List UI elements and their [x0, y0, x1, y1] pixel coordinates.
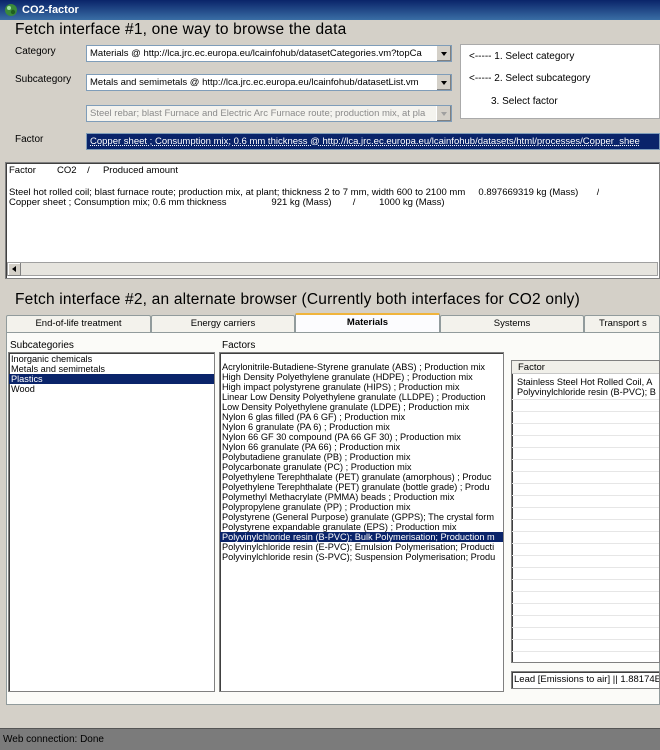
tab-transport[interactable]: Transport s: [584, 315, 660, 332]
tab-systems[interactable]: Systems: [440, 315, 584, 332]
tab-end-of-life[interactable]: End-of-life treatment: [6, 315, 151, 332]
category-value: Materials @ http://lca.jrc.ec.europa.eu/…: [90, 48, 422, 59]
steps-box: <----- 1. Select category <----- 2. Sele…: [460, 44, 660, 119]
window-title: CO2-factor: [22, 4, 79, 16]
subcategory-combo[interactable]: Metals and semimetals @ http://lca.jrc.e…: [86, 74, 452, 91]
list-item[interactable]: Polystyrene (General Purpose) granulate …: [220, 512, 503, 522]
subcategory-label: Subcategory: [15, 74, 72, 85]
list-item[interactable]: Linear Low Density Polyethylene granulat…: [220, 392, 503, 402]
list-item[interactable]: Acrylonitrile-Butadiene-Styrene granulat…: [220, 362, 503, 372]
tab-materials[interactable]: Materials: [295, 313, 440, 332]
scroll-left-icon[interactable]: [8, 263, 21, 276]
list-item[interactable]: Nylon 66 granulate (PA 66) ; Production …: [220, 442, 503, 452]
results-header-label: Factor: [518, 362, 545, 373]
category-combo[interactable]: Materials @ http://lca.jrc.ec.europa.eu/…: [86, 45, 452, 62]
factor-value: Copper sheet ; Consumption mix; 0.6 mm t…: [90, 136, 640, 147]
list-item[interactable]: Polyvinylchloride resin (S-PVC); Suspens…: [220, 552, 503, 562]
subcategories-list[interactable]: Inorganic chemicals Metals and semimetal…: [8, 352, 215, 692]
output-line-1: Steel hot rolled coil; blast furnace rou…: [9, 188, 600, 198]
list-item[interactable]: Polystyrene expandable granulate (EPS) ;…: [220, 522, 503, 532]
list-item[interactable]: Low Density Polyethylene granulate (LDPE…: [220, 402, 503, 412]
output-hscrollbar[interactable]: [7, 262, 658, 276]
list-item[interactable]: Nylon 6 granulate (PA 6) ; Production mi…: [220, 422, 503, 432]
chevron-down-icon: [436, 106, 451, 121]
list-item[interactable]: Polybutadiene granulate (PB) ; Productio…: [220, 452, 503, 462]
table-row[interactable]: Stainless Steel Hot Rolled Coil, A: [515, 377, 659, 387]
status-bar: Web connection: Done: [0, 728, 660, 750]
step-1: <----- 1. Select category: [469, 51, 575, 62]
title-bar: CO2-factor: [0, 0, 660, 20]
app-icon: [5, 4, 17, 16]
output-header: Factor CO2 / Produced amount: [9, 166, 178, 176]
dataset-combo: Steel rebar; blast Furnace and Electric …: [86, 105, 452, 122]
output-area[interactable]: Factor CO2 / Produced amount Steel hot r…: [5, 162, 660, 279]
section1-heading: Fetch interface #1, one way to browse th…: [15, 21, 347, 38]
chevron-down-icon[interactable]: [436, 75, 451, 90]
results-header: Factor: [512, 361, 659, 374]
step-3: 3. Select factor: [491, 96, 558, 107]
list-item[interactable]: Polyvinylchloride resin (E-PVC); Emulsio…: [220, 542, 503, 552]
status-text: Web connection: Done: [3, 734, 104, 745]
results-table[interactable]: Factor Stainless Steel Hot Rolled Coil, …: [511, 360, 660, 663]
list-item[interactable]: High impact polystyrene granulate (HIPS)…: [220, 382, 503, 392]
table-row[interactable]: Polyvinylchloride resin (B-PVC); B: [515, 387, 659, 397]
step-2: <----- 2. Select subcategory: [469, 73, 591, 84]
chevron-down-icon[interactable]: [436, 46, 451, 61]
list-item[interactable]: Polycarbonate granulate (PC) ; Productio…: [220, 462, 503, 472]
dataset-value: Steel rebar; blast Furnace and Electric …: [90, 108, 426, 119]
list-item-selected[interactable]: Polyvinylchloride resin (B-PVC); Bulk Po…: [220, 532, 503, 542]
subcategory-value: Metals and semimetals @ http://lca.jrc.e…: [90, 77, 419, 88]
list-item[interactable]: Polyethylene Terephthalate (PET) granula…: [220, 482, 503, 492]
factors-list[interactable]: Acrylonitrile-Butadiene-Styrene granulat…: [219, 352, 504, 692]
list-item[interactable]: Nylon 6 glas filled (PA 6 GF) ; Producti…: [220, 412, 503, 422]
results-rows: Stainless Steel Hot Rolled Coil, A Polyv…: [515, 377, 659, 397]
list-item[interactable]: Polypropylene granulate (PP) ; Productio…: [220, 502, 503, 512]
category-label: Category: [15, 46, 56, 57]
list-item[interactable]: Nylon 66 GF 30 compound (PA 66 GF 30) ; …: [220, 432, 503, 442]
list-item[interactable]: Polymethyl Methacrylate (PMMA) beads ; P…: [220, 492, 503, 502]
factor-label: Factor: [15, 134, 44, 145]
list-item[interactable]: Wood: [9, 384, 214, 394]
list-item-selected[interactable]: Plastics: [9, 374, 214, 384]
factors-label: Factors: [222, 340, 256, 351]
list-item[interactable]: Inorganic chemicals: [9, 354, 214, 364]
tab-energy-carriers[interactable]: Energy carriers: [151, 315, 295, 332]
list-item[interactable]: Polyethylene Terephthalate (PET) granula…: [220, 472, 503, 482]
subcategories-label: Subcategories: [10, 340, 74, 351]
result-detail-field[interactable]: Lead [Emissions to air] || 1.88174E: [511, 671, 660, 689]
factor-combo[interactable]: Copper sheet ; Consumption mix; 0.6 mm t…: [86, 133, 660, 150]
section2-heading: Fetch interface #2, an alternate browser…: [15, 291, 580, 308]
output-line-2: Copper sheet ; Consumption mix; 0.6 mm t…: [9, 198, 445, 208]
list-item[interactable]: Metals and semimetals: [9, 364, 214, 374]
list-item[interactable]: High Density Polyethylene granulate (HDP…: [220, 372, 503, 382]
